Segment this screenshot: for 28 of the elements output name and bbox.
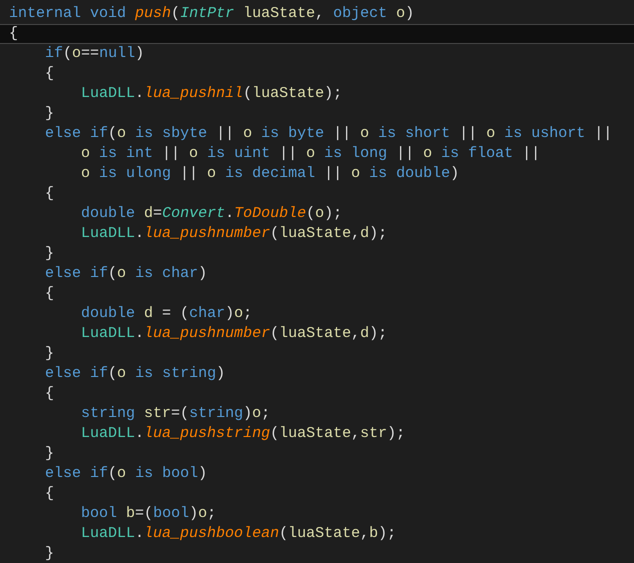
code-line: else if(o is char) bbox=[44, 264, 208, 284]
code-line: { bbox=[8, 24, 18, 44]
code-line: LuaDLL.lua_pushboolean(luaState,b); bbox=[80, 524, 396, 544]
code-line: if(o==null) bbox=[44, 44, 144, 64]
code-line: { bbox=[44, 64, 54, 84]
code-line: } bbox=[44, 244, 54, 264]
code-line: else if(o is bool) bbox=[44, 464, 208, 484]
code-line: internal void push(IntPtr luaState, object o) bbox=[8, 4, 414, 24]
code-line: { bbox=[44, 184, 54, 204]
code-line: o is int || o is uint || o is long || o is float || bbox=[80, 144, 540, 164]
code-line: o is ulong || o is decimal || o is double) bbox=[80, 164, 460, 184]
code-line: bool b=(bool)o; bbox=[80, 504, 216, 524]
code-line: LuaDLL.lua_pushstring(luaState,str); bbox=[80, 424, 406, 444]
code-line: double d = (char)o; bbox=[80, 304, 252, 324]
code-line: { bbox=[44, 484, 54, 504]
code-line: { bbox=[44, 284, 54, 304]
code-line: LuaDLL.lua_pushnumber(luaState,d); bbox=[80, 324, 388, 344]
code-line: else if(o is sbyte || o is byte || o is short || o is ushort || bbox=[44, 124, 612, 144]
code-line: double d=Convert.ToDouble(o); bbox=[80, 204, 342, 224]
code-line: LuaDLL.lua_pushnil(luaState); bbox=[80, 84, 342, 104]
code-line: } bbox=[44, 344, 54, 364]
code-line: } bbox=[44, 444, 54, 464]
code-line: } bbox=[44, 104, 54, 124]
code-line: { bbox=[44, 384, 54, 404]
code-line: LuaDLL.lua_pushnumber(luaState,d); bbox=[80, 224, 388, 244]
code-line: } bbox=[44, 544, 54, 563]
code-line: string str=(string)o; bbox=[80, 404, 270, 424]
code-line: else if(o is string) bbox=[44, 364, 226, 384]
